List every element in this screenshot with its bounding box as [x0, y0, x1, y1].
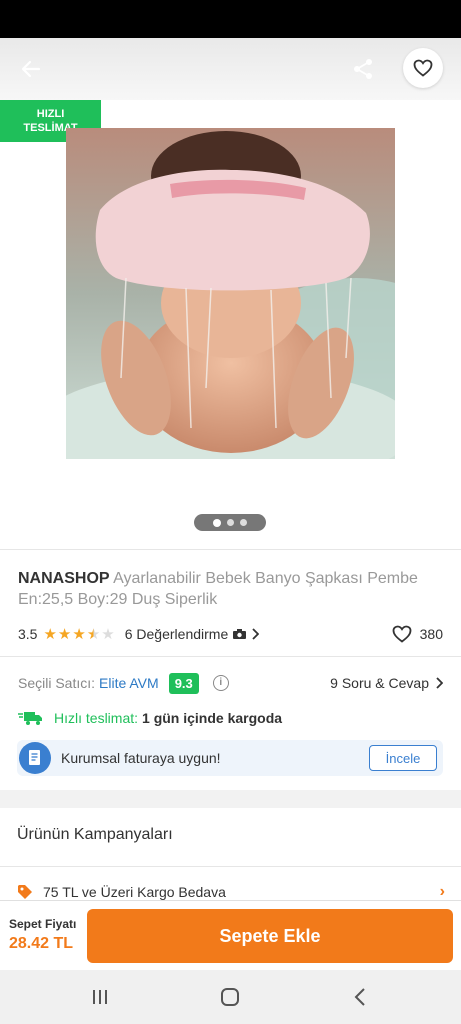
recents-icon — [93, 990, 107, 1004]
share-icon — [354, 59, 372, 79]
delivery-text: 1 gün içinde kargoda — [142, 710, 283, 726]
star-icon: ★ — [57, 625, 72, 643]
campaigns-title: Ürünün Kampanyaları — [17, 826, 173, 843]
pager-dot[interactable] — [240, 519, 247, 526]
corporate-invoice-banner: Kurumsal faturaya uygun! İncele — [17, 740, 443, 776]
seller-row: Seçili Satıcı: Elite AVM 9.3 i 9 Soru & … — [18, 670, 443, 696]
reviews-link[interactable]: 6 Değerlendirme — [125, 626, 260, 642]
rating-stars: ★ ★ ★ ★ ★ — [43, 627, 114, 642]
product-screen: HIZLI TESLİMAT NANASHOP Ayarlanabilir Be… — [0, 0, 461, 1024]
home-button[interactable] — [210, 982, 250, 1012]
likes-count: 380 — [419, 626, 443, 642]
heart-icon — [392, 625, 412, 643]
truck-icon — [18, 712, 42, 725]
seller-label: Seçili Satıcı: — [18, 675, 96, 691]
divider — [0, 656, 461, 657]
delivery-label: Hızlı teslimat: — [54, 710, 139, 726]
campaign-text: 75 TL ve Üzeri Kargo Bedava — [43, 884, 226, 900]
chevron-right-icon — [436, 677, 443, 689]
seller-score-badge: 9.3 — [168, 672, 199, 694]
star-icon: ★ — [101, 625, 115, 643]
pager-dot[interactable] — [213, 518, 221, 527]
qa-link[interactable]: 9 Soru & Cevap — [330, 675, 443, 691]
rating-value: 3.5 — [18, 626, 38, 642]
star-icon: ★ — [86, 625, 101, 643]
share-button[interactable] — [346, 54, 380, 84]
section-separator — [0, 790, 461, 808]
star-icon: ★ — [43, 625, 57, 643]
seller-name[interactable]: Elite AVM — [99, 675, 159, 691]
favorite-button[interactable] — [403, 48, 443, 88]
divider — [0, 549, 461, 550]
cart-price-label: Sepet Fiyatı — [9, 917, 77, 931]
chevron-right-icon: › — [439, 883, 445, 900]
inspect-button[interactable]: İncele — [369, 745, 437, 771]
recent-apps-button[interactable] — [80, 982, 120, 1012]
status-bar — [0, 0, 461, 38]
invoice-text: Kurumsal faturaya uygun! — [61, 750, 221, 766]
back-button[interactable] — [14, 54, 48, 84]
star-icon: ★ — [72, 625, 86, 643]
badge-line-1: HIZLI — [36, 108, 65, 120]
brand-name[interactable]: NANASHOP — [18, 570, 110, 587]
cart-price: 28.42 TL — [9, 935, 74, 952]
arrow-left-icon — [21, 60, 41, 78]
chevron-right-icon — [252, 628, 260, 640]
heart-icon — [413, 59, 433, 77]
camera-icon — [233, 629, 247, 639]
add-to-cart-bar: Sepet Fiyatı 28.42 TL Sepete Ekle — [0, 900, 461, 970]
pager-dot[interactable] — [227, 519, 234, 526]
likes[interactable]: 380 — [392, 625, 443, 643]
product-title: NANASHOP Ayarlanabilir Bebek Banyo Şapka… — [18, 568, 448, 610]
reviews-count: 6 Değerlendirme — [124, 626, 229, 642]
qa-label: 9 Soru & Cevap — [330, 675, 429, 691]
delivery-row: Hızlı teslimat: 1 gün içinde kargoda — [18, 708, 443, 728]
divider — [0, 866, 461, 867]
top-bar — [0, 38, 461, 100]
rating-row: 3.5 ★ ★ ★ ★ ★ 6 Değerlendirme 380 — [18, 624, 443, 644]
info-icon[interactable]: i — [212, 675, 229, 691]
back-chevron-icon — [354, 988, 365, 1006]
product-image[interactable] — [66, 128, 395, 459]
product-gallery[interactable]: HIZLI TESLİMAT — [0, 100, 461, 550]
home-icon — [221, 988, 239, 1006]
image-pager[interactable] — [194, 514, 266, 531]
document-icon — [19, 742, 51, 774]
add-to-cart-button[interactable]: Sepete Ekle — [87, 909, 453, 963]
tag-icon — [18, 885, 32, 899]
system-back-button[interactable] — [340, 982, 380, 1012]
product-photo — [66, 128, 395, 459]
system-nav-bar — [0, 970, 461, 1024]
